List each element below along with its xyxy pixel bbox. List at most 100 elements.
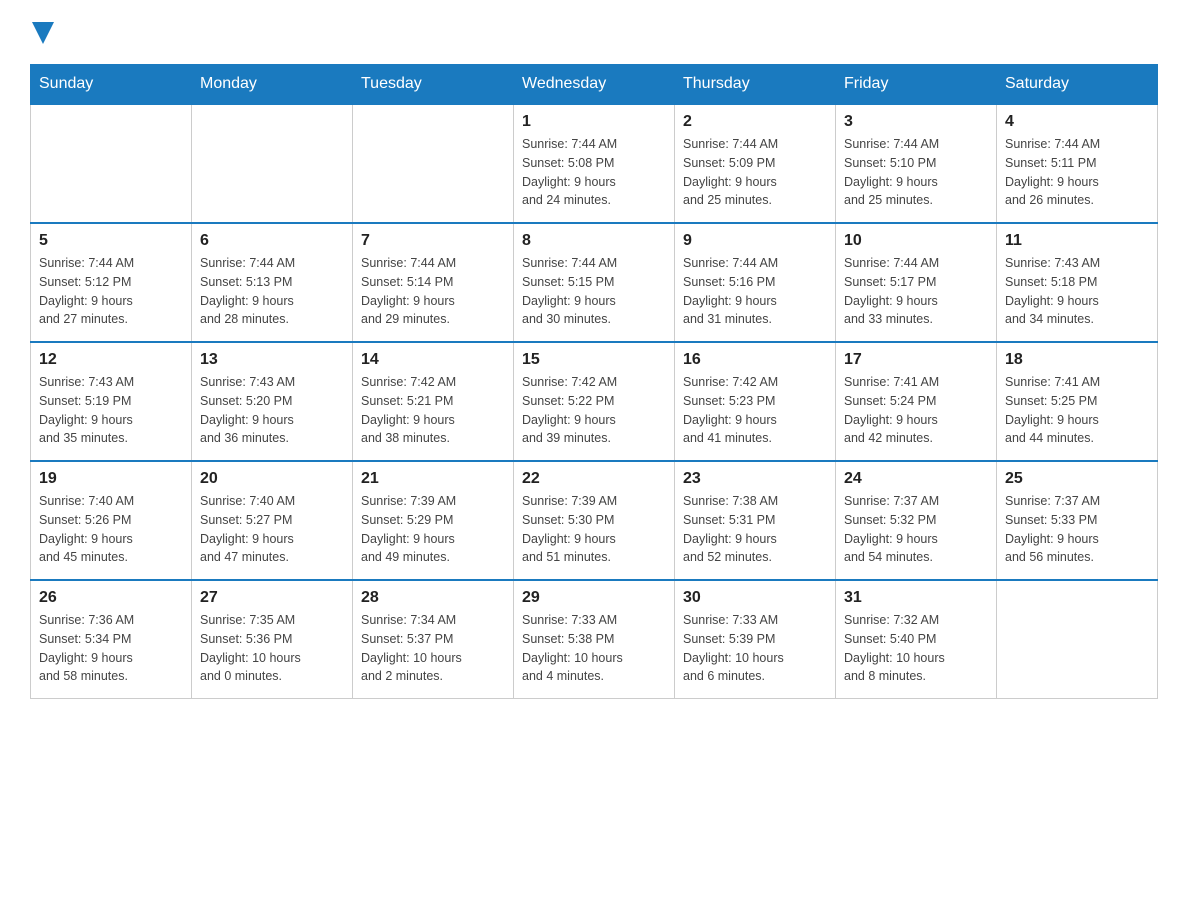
day-number: 8	[522, 232, 666, 250]
calendar-cell: 18Sunrise: 7:41 AMSunset: 5:25 PMDayligh…	[997, 342, 1158, 461]
day-number: 19	[39, 470, 183, 488]
calendar-cell: 12 Sunrise: 7:43 AMSunset: 5:19 PMDayligh…	[31, 342, 192, 461]
calendar-cell: 25 Sunrise: 7:37 AMSunset: 5:33 PMDayligh…	[997, 461, 1158, 580]
week-row-4: 19 Sunrise: 7:40 AMSunset: 5:26 PMDayligh…	[31, 461, 1158, 580]
calendar-cell: 14 Sunrise: 7:42 AMSunset: 5:21 PMDayligh…	[353, 342, 514, 461]
calendar-cell: 20 Sunrise: 7:40 AMSunset: 5:27 PMDayligh…	[192, 461, 353, 580]
day-info: Sunrise: 7:37 AMSunset: 5:32 PMDaylight:…	[844, 492, 988, 567]
day-number: 17	[844, 351, 988, 369]
day-info: Sunrise: 7:44 AMSunset: 5:14 PMDaylight:…	[361, 254, 505, 329]
calendar-cell: 15 Sunrise: 7:42 AMSunset: 5:22 PMDayligh…	[514, 342, 675, 461]
day-number: 30	[683, 589, 827, 607]
calendar-cell: 1Sunrise: 7:44 AMSunset: 5:08 PMDaylight…	[514, 104, 675, 223]
calendar-cell: 4 Sunrise: 7:44 AMSunset: 5:11 PMDaylight…	[997, 104, 1158, 223]
day-info: Sunrise: 7:44 AMSunset: 5:15 PMDaylight:…	[522, 254, 666, 329]
calendar-cell: 30 Sunrise: 7:33 AMSunset: 5:39 PMDayligh…	[675, 580, 836, 699]
calendar-cell	[31, 104, 192, 223]
day-info: Sunrise: 7:37 AMSunset: 5:33 PMDaylight:…	[1005, 492, 1149, 567]
calendar-cell: 5Sunrise: 7:44 AMSunset: 5:12 PMDaylight…	[31, 223, 192, 342]
day-number: 25	[1005, 470, 1149, 488]
page-header	[30, 20, 1158, 44]
day-number: 15	[522, 351, 666, 369]
day-info: Sunrise: 7:44 AMSunset: 5:13 PMDaylight:…	[200, 254, 344, 329]
day-number: 16	[683, 351, 827, 369]
calendar-cell: 24 Sunrise: 7:37 AMSunset: 5:32 PMDayligh…	[836, 461, 997, 580]
day-number: 31	[844, 589, 988, 607]
day-number: 13	[200, 351, 344, 369]
weekday-header-tuesday: Tuesday	[353, 65, 514, 105]
day-number: 22	[522, 470, 666, 488]
day-info: Sunrise: 7:43 AMSunset: 5:19 PMDaylight:…	[39, 373, 183, 448]
day-info: Sunrise: 7:35 AMSunset: 5:36 PMDaylight:…	[200, 611, 344, 686]
calendar-cell	[192, 104, 353, 223]
day-number: 12	[39, 351, 183, 369]
day-number: 10	[844, 232, 988, 250]
calendar-cell: 23 Sunrise: 7:38 AMSunset: 5:31 PMDayligh…	[675, 461, 836, 580]
calendar-cell: 26 Sunrise: 7:36 AMSunset: 5:34 PMDayligh…	[31, 580, 192, 699]
day-info: Sunrise: 7:41 AMSunset: 5:24 PMDaylight:…	[844, 373, 988, 448]
day-info: Sunrise: 7:33 AMSunset: 5:39 PMDaylight:…	[683, 611, 827, 686]
calendar-cell: 9 Sunrise: 7:44 AMSunset: 5:16 PMDaylight…	[675, 223, 836, 342]
day-info: Sunrise: 7:44 AMSunset: 5:16 PMDaylight:…	[683, 254, 827, 329]
day-info: Sunrise: 7:42 AMSunset: 5:23 PMDaylight:…	[683, 373, 827, 448]
day-number: 23	[683, 470, 827, 488]
calendar-cell: 16 Sunrise: 7:42 AMSunset: 5:23 PMDayligh…	[675, 342, 836, 461]
day-info: Sunrise: 7:43 AMSunset: 5:18 PMDaylight:…	[1005, 254, 1149, 329]
day-info: Sunrise: 7:39 AMSunset: 5:30 PMDaylight:…	[522, 492, 666, 567]
logo-triangle-icon	[32, 22, 54, 44]
weekday-header-saturday: Saturday	[997, 65, 1158, 105]
day-info: Sunrise: 7:44 AMSunset: 5:09 PMDaylight:…	[683, 135, 827, 210]
day-number: 26	[39, 589, 183, 607]
day-info: Sunrise: 7:36 AMSunset: 5:34 PMDaylight:…	[39, 611, 183, 686]
day-number: 5	[39, 232, 183, 250]
day-info: Sunrise: 7:44 AMSunset: 5:08 PMDaylight:…	[522, 135, 666, 210]
calendar-cell: 27 Sunrise: 7:35 AMSunset: 5:36 PMDayligh…	[192, 580, 353, 699]
calendar-cell: 10 Sunrise: 7:44 AMSunset: 5:17 PMDayligh…	[836, 223, 997, 342]
day-info: Sunrise: 7:32 AMSunset: 5:40 PMDaylight:…	[844, 611, 988, 686]
calendar-cell: 6Sunrise: 7:44 AMSunset: 5:13 PMDaylight…	[192, 223, 353, 342]
day-info: Sunrise: 7:34 AMSunset: 5:37 PMDaylight:…	[361, 611, 505, 686]
calendar-cell: 7 Sunrise: 7:44 AMSunset: 5:14 PMDaylight…	[353, 223, 514, 342]
week-row-3: 12 Sunrise: 7:43 AMSunset: 5:19 PMDayligh…	[31, 342, 1158, 461]
weekday-header-friday: Friday	[836, 65, 997, 105]
logo	[30, 20, 54, 44]
day-number: 11	[1005, 232, 1149, 250]
weekday-header-sunday: Sunday	[31, 65, 192, 105]
day-info: Sunrise: 7:44 AMSunset: 5:17 PMDaylight:…	[844, 254, 988, 329]
day-info: Sunrise: 7:33 AMSunset: 5:38 PMDaylight:…	[522, 611, 666, 686]
day-info: Sunrise: 7:38 AMSunset: 5:31 PMDaylight:…	[683, 492, 827, 567]
day-info: Sunrise: 7:39 AMSunset: 5:29 PMDaylight:…	[361, 492, 505, 567]
day-number: 20	[200, 470, 344, 488]
weekday-header-wednesday: Wednesday	[514, 65, 675, 105]
day-info: Sunrise: 7:42 AMSunset: 5:21 PMDaylight:…	[361, 373, 505, 448]
day-number: 7	[361, 232, 505, 250]
calendar-cell: 19 Sunrise: 7:40 AMSunset: 5:26 PMDayligh…	[31, 461, 192, 580]
day-number: 9	[683, 232, 827, 250]
week-row-2: 5Sunrise: 7:44 AMSunset: 5:12 PMDaylight…	[31, 223, 1158, 342]
week-row-1: 1Sunrise: 7:44 AMSunset: 5:08 PMDaylight…	[31, 104, 1158, 223]
calendar-cell: 28Sunrise: 7:34 AMSunset: 5:37 PMDayligh…	[353, 580, 514, 699]
calendar-cell	[997, 580, 1158, 699]
weekday-header-thursday: Thursday	[675, 65, 836, 105]
day-info: Sunrise: 7:42 AMSunset: 5:22 PMDaylight:…	[522, 373, 666, 448]
calendar-cell: 8 Sunrise: 7:44 AMSunset: 5:15 PMDaylight…	[514, 223, 675, 342]
day-number: 24	[844, 470, 988, 488]
day-info: Sunrise: 7:40 AMSunset: 5:26 PMDaylight:…	[39, 492, 183, 567]
day-info: Sunrise: 7:41 AMSunset: 5:25 PMDaylight:…	[1005, 373, 1149, 448]
calendar-cell: 31 Sunrise: 7:32 AMSunset: 5:40 PMDayligh…	[836, 580, 997, 699]
calendar-cell: 13 Sunrise: 7:43 AMSunset: 5:20 PMDayligh…	[192, 342, 353, 461]
day-info: Sunrise: 7:44 AMSunset: 5:11 PMDaylight:…	[1005, 135, 1149, 210]
day-number: 3	[844, 113, 988, 131]
weekday-header-row: SundayMondayTuesdayWednesdayThursdayFrid…	[31, 65, 1158, 105]
day-number: 4	[1005, 113, 1149, 131]
day-number: 2	[683, 113, 827, 131]
calendar-cell: 22 Sunrise: 7:39 AMSunset: 5:30 PMDayligh…	[514, 461, 675, 580]
day-info: Sunrise: 7:44 AMSunset: 5:10 PMDaylight:…	[844, 135, 988, 210]
day-number: 27	[200, 589, 344, 607]
day-info: Sunrise: 7:40 AMSunset: 5:27 PMDaylight:…	[200, 492, 344, 567]
day-number: 14	[361, 351, 505, 369]
week-row-5: 26 Sunrise: 7:36 AMSunset: 5:34 PMDayligh…	[31, 580, 1158, 699]
day-info: Sunrise: 7:43 AMSunset: 5:20 PMDaylight:…	[200, 373, 344, 448]
calendar-cell: 29Sunrise: 7:33 AMSunset: 5:38 PMDayligh…	[514, 580, 675, 699]
day-number: 21	[361, 470, 505, 488]
